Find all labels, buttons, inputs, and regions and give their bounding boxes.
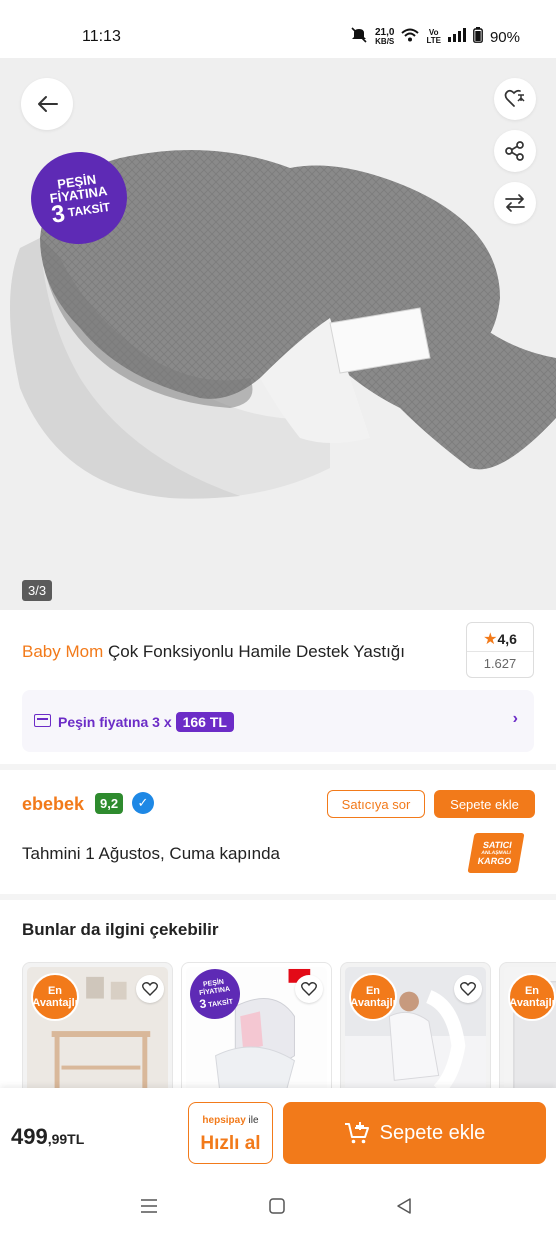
rating-box[interactable]: ★4,6 1.627: [466, 622, 534, 678]
arrow-left-icon: [38, 96, 58, 112]
heart-icon: [460, 982, 476, 996]
favorite-list-button[interactable]: [494, 78, 536, 120]
hepsipay-logo: hepsipay ile: [202, 1115, 259, 1126]
battery-icon: [473, 27, 483, 47]
net-speed: 21,0 KB/S: [374, 27, 395, 46]
heart-icon: [301, 982, 317, 996]
installment-text: Peşin fiyatına 3 x: [58, 714, 172, 730]
recent-apps-button[interactable]: [137, 1196, 161, 1216]
ask-seller-button[interactable]: Satıcıya sor: [327, 790, 425, 818]
mute-vibrate-icon: [350, 27, 368, 47]
recommendation-card[interactable]: En Avantajlı: [340, 962, 491, 1090]
quick-buy-button[interactable]: hepsipay ile Hızlı al: [188, 1102, 273, 1164]
add-to-cart-label: Sepete ekle: [379, 1121, 486, 1144]
image-pager: 3/3: [22, 580, 53, 601]
share-icon: [505, 141, 524, 161]
quick-buy-label: Hızlı al: [200, 1133, 261, 1154]
price-main: 499: [11, 1124, 48, 1149]
volte-icon: Vo LTE: [426, 28, 441, 45]
verified-check-icon: ✓: [132, 792, 154, 814]
favorite-button[interactable]: [295, 975, 323, 1003]
price: 499,99TL: [11, 1124, 84, 1150]
best-deal-badge: En Avantajlı: [508, 973, 556, 1021]
recommendation-card[interactable]: PEŞİN FİYATINA 3 TAKSİT: [181, 962, 332, 1090]
status-icons: 21,0 KB/S Vo LTE 90%: [350, 27, 520, 47]
signal-icon: [447, 28, 466, 46]
seller-cargo-badge: SATICI ANLAŞMALI KARGO: [467, 833, 525, 873]
back-button[interactable]: [21, 78, 73, 130]
product-title-row: Baby Mom Çok Fonksiyonlu Hamile Destek Y…: [0, 622, 556, 682]
product-title: Baby Mom Çok Fonksiyonlu Hamile Destek Y…: [22, 642, 405, 662]
review-count: 1.627: [483, 656, 517, 671]
product-name: Çok Fonksiyonlu Hamile Destek Yastığı: [103, 642, 405, 661]
add-to-cart-button[interactable]: Sepete ekle: [283, 1102, 546, 1164]
favorite-button[interactable]: [454, 975, 482, 1003]
share-button[interactable]: [494, 130, 536, 172]
favorite-button[interactable]: [136, 975, 164, 1003]
battery-percent: 90%: [489, 28, 520, 46]
credit-card-icon: [34, 714, 51, 727]
delivery-estimate: Tahmini 1 Ağustos, Cuma kapında: [22, 844, 280, 863]
installment-banner[interactable]: Peşin fiyatına 3 x 166 TL ›: [22, 690, 534, 752]
triangle-back-icon: [397, 1198, 411, 1214]
heart-list-icon: [504, 89, 525, 107]
recommendations-carousel[interactable]: En Avantajlı PEŞİN FİYATINA 3 TAKSİT En …: [22, 962, 556, 1090]
system-nav-bar: [0, 1176, 556, 1235]
compare-button[interactable]: [494, 182, 536, 224]
status-bar: 11:13 21,0 KB/S Vo LTE 90%: [0, 0, 556, 58]
seller-score-badge: 9,2: [95, 793, 124, 814]
product-photo: [10, 150, 556, 499]
status-time: 11:13: [82, 28, 121, 45]
brand-link[interactable]: Baby Mom: [22, 642, 103, 661]
best-deal-badge: En Avantajlı: [349, 973, 397, 1021]
heart-icon: [142, 982, 158, 996]
home-button[interactable]: [265, 1196, 289, 1216]
recommendations-title: Bunlar da ilgini çekebilir: [22, 920, 219, 939]
section-divider: [0, 894, 556, 900]
seller-add-to-cart-button[interactable]: Sepete ekle: [434, 790, 535, 818]
recommendation-card[interactable]: En Avantajlı: [499, 962, 556, 1090]
system-back-button[interactable]: [392, 1196, 416, 1216]
cart-plus-icon: [344, 1122, 369, 1144]
chevron-right-icon: ›: [512, 710, 518, 727]
wifi-icon: [401, 28, 420, 46]
best-deal-badge: En Avantajlı: [31, 973, 79, 1021]
rating-value: 4,6: [497, 631, 517, 647]
recommendation-card[interactable]: En Avantajlı: [22, 962, 173, 1090]
seller-name[interactable]: ebebek: [22, 794, 84, 815]
section-divider: [0, 764, 556, 770]
menu-lines-icon: [141, 1199, 157, 1213]
purchase-bar: 499,99TL hepsipay ile Hızlı al Sepete ek…: [0, 1088, 556, 1176]
price-decimal: ,99TL: [47, 1131, 85, 1147]
installment-amount: 166 TL: [175, 712, 234, 732]
swap-arrows-icon: [505, 194, 525, 212]
square-icon: [269, 1198, 285, 1214]
product-image-gallery[interactable]: PEŞİN FİYATINA 3 TAKSİT 3/3: [0, 58, 556, 610]
star-icon: ★: [483, 631, 498, 648]
